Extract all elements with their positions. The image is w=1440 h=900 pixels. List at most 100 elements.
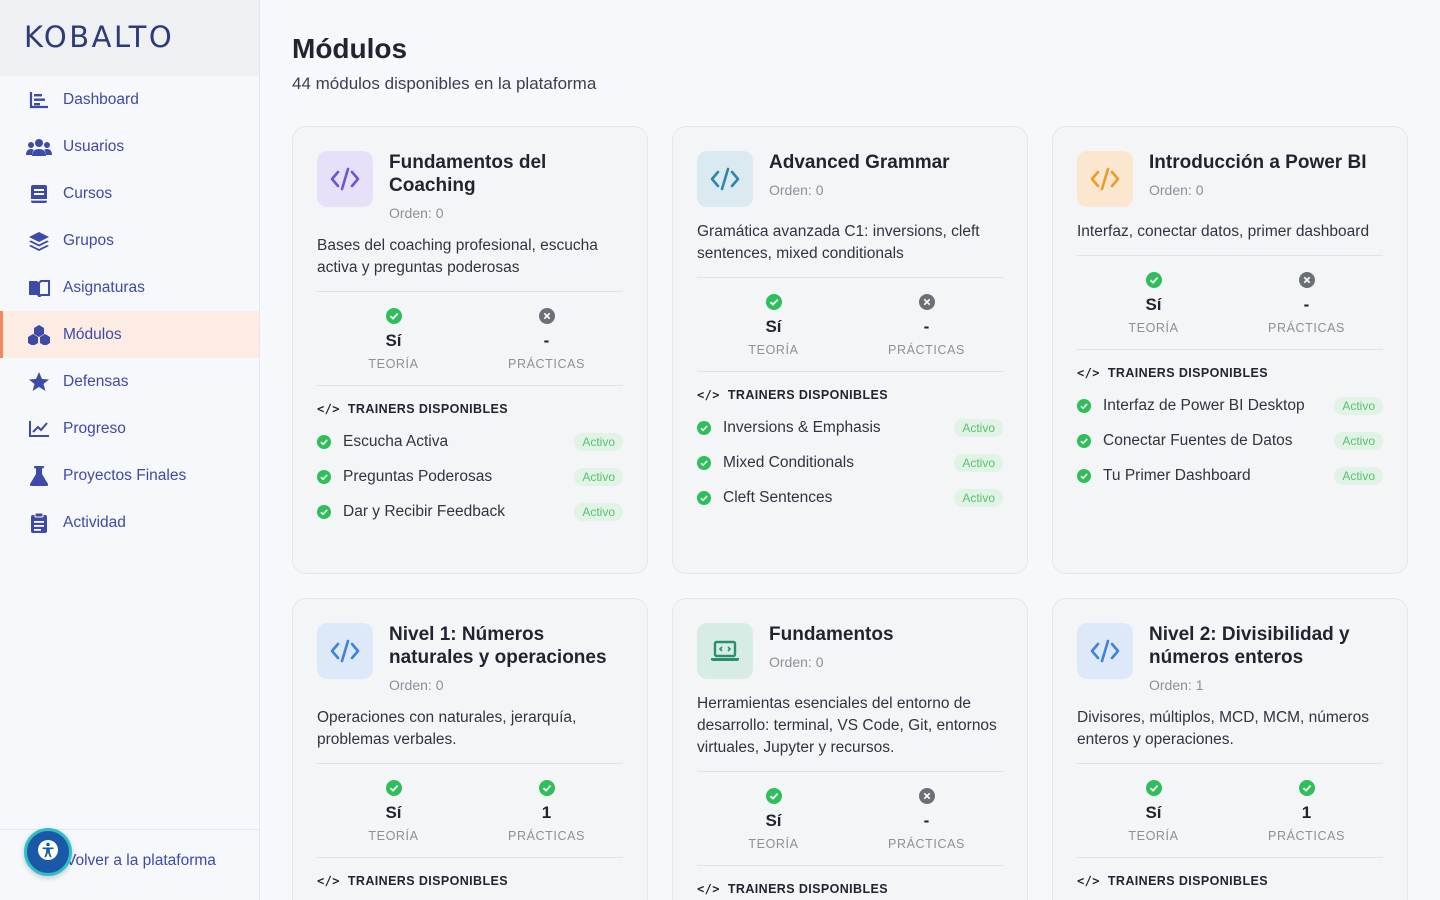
check-icon: [697, 455, 711, 470]
sidebar-footer: Volver a la plataforma: [0, 828, 260, 900]
trainer-item[interactable]: Tu Primer Dashboard Activo: [1077, 458, 1383, 493]
module-description: Interfaz, conectar datos, primer dashboa…: [1077, 221, 1383, 256]
module-stats: Sí TEORÍA - PRÁCTICAS: [317, 292, 623, 386]
code-icon: </>: [697, 882, 720, 896]
check-icon: [697, 490, 711, 505]
trainers-heading: </> TRAINERS DISPONIBLES: [317, 402, 508, 416]
check-icon: [1077, 398, 1091, 413]
sidebar-item-dashboard[interactable]: Dashboard: [0, 76, 259, 123]
module-card[interactable]: Fundamentos del Coaching Orden: 0 Bases de…: [292, 126, 648, 574]
module-title: Fundamentos: [769, 624, 894, 645]
status-badge: Activo: [954, 453, 1003, 472]
status-badge: Activo: [574, 467, 623, 486]
module-order: Orden: 0: [389, 677, 444, 693]
module-card-header: Advanced Grammar Orden: 0: [697, 151, 1003, 207]
code-icon: </>: [317, 402, 340, 416]
book-icon: [26, 183, 52, 205]
back-to-platform-link[interactable]: Volver a la plataforma: [66, 852, 216, 870]
module-stats: Sí TEORÍA - PRÁCTICAS: [697, 278, 1003, 372]
sidebar: KOBALTO Dashboard Usuarios Cursos Grupos…: [0, 0, 260, 900]
module-description: Operaciones con naturales, jerarquía, pr…: [317, 707, 623, 764]
check-icon: [1077, 270, 1230, 290]
module-order: Orden: 0: [769, 182, 824, 198]
sidebar-item-cursos[interactable]: Cursos: [0, 170, 259, 217]
module-card-header: Fundamentos del Coaching Orden: 0: [317, 151, 623, 221]
sidebar-item-usuarios[interactable]: Usuarios: [0, 123, 259, 170]
module-card-header: Introducción a Power BI Orden: 0: [1077, 151, 1383, 207]
module-description: Gramática avanzada C1: inversions, cleft…: [697, 221, 1003, 278]
code-icon: </>: [697, 388, 720, 402]
status-badge: Activo: [1334, 431, 1383, 450]
trainer-item[interactable]: Interfaz de Power BI Desktop Activo: [1077, 388, 1383, 423]
module-card[interactable]: Nivel 1: Números naturales y operaciones…: [292, 598, 648, 900]
status-badge: Activo: [1334, 466, 1383, 485]
page-title: Módulos: [292, 33, 408, 64]
code-icon: </>: [1077, 366, 1100, 380]
status-badge: Activo: [954, 418, 1003, 437]
check-icon: [317, 469, 331, 484]
sidebar-item-grupos[interactable]: Grupos: [0, 217, 259, 264]
main-content: Módulos 44 módulos disponibles en la pla…: [260, 0, 1440, 900]
trainer-item[interactable]: Preguntas Poderosas Activo: [317, 459, 623, 494]
module-stats: Sí TEORÍA - PRÁCTICAS: [1077, 256, 1383, 350]
accessibility-icon: [37, 839, 59, 866]
flask-icon: [26, 465, 52, 487]
x-circle-icon: [470, 306, 623, 326]
sidebar-item-defensas[interactable]: Defensas: [0, 358, 259, 405]
module-description: Divisores, múltiplos, MCD, MCM, números …: [1077, 707, 1383, 764]
stat-practicas: - PRÁCTICAS: [470, 306, 623, 371]
code-icon: [317, 623, 373, 679]
trainer-item[interactable]: Escucha Activa Activo: [317, 424, 623, 459]
trainers-heading: </> TRAINERS DISPONIBLES: [1077, 874, 1268, 888]
module-card[interactable]: Nivel 2: Divisibilidad y números enteros…: [1052, 598, 1408, 900]
sidebar-item-asignaturas[interactable]: Asignaturas: [0, 264, 259, 311]
module-stats: Sí TEORÍA 1 PRÁCTICAS: [1077, 764, 1383, 858]
trainer-item[interactable]: Conectar Fuentes de Datos Activo: [1077, 423, 1383, 458]
check-icon: [470, 778, 623, 798]
module-card[interactable]: Introducción a Power BI Orden: 0 Interfaz,…: [1052, 126, 1408, 574]
x-circle-icon: [1230, 270, 1383, 290]
trainer-item[interactable]: Dar y Recibir Feedback Activo: [317, 494, 623, 529]
stat-practicas: - PRÁCTICAS: [850, 292, 1003, 357]
trainers-heading: </> TRAINERS DISPONIBLES: [317, 874, 508, 888]
trainers-list: Inversions & Emphasis Activo Mixed Conditi…: [697, 410, 1003, 531]
logo[interactable]: KOBALTO: [0, 0, 259, 76]
status-badge: Activo: [1334, 396, 1383, 415]
stat-practicas: - PRÁCTICAS: [850, 786, 1003, 851]
check-icon: [317, 504, 331, 519]
module-stats: Sí TEORÍA - PRÁCTICAS: [697, 772, 1003, 866]
cubes-icon: [26, 324, 52, 346]
module-card[interactable]: Fundamentos Orden: 0 Herramientas esencial…: [672, 598, 1028, 900]
open-book-icon: [26, 277, 52, 299]
x-circle-icon: [850, 292, 1003, 312]
stat-teoria: Sí TEORÍA: [1077, 778, 1230, 843]
trainers-heading: </> TRAINERS DISPONIBLES: [697, 388, 888, 402]
stat-teoria: Sí TEORÍA: [697, 292, 850, 357]
module-title: Fundamentos del Coaching: [389, 152, 547, 196]
status-badge: Activo: [574, 432, 623, 451]
check-icon: [317, 306, 470, 326]
trainer-item[interactable]: Cleft Sentences Activo: [697, 480, 1003, 515]
line-chart-icon: [26, 418, 52, 440]
module-card-header: Nivel 1: Números naturales y operaciones…: [317, 623, 623, 693]
sidebar-nav: Dashboard Usuarios Cursos Grupos Asignat…: [0, 76, 259, 546]
stat-practicas: 1 PRÁCTICAS: [1230, 778, 1383, 843]
sidebar-item-actividad[interactable]: Actividad: [0, 499, 259, 546]
trainers-heading: </> TRAINERS DISPONIBLES: [1077, 366, 1268, 380]
module-card[interactable]: Advanced Grammar Orden: 0 Gramática avanza…: [672, 126, 1028, 574]
module-description: Bases del coaching profesional, escucha …: [317, 235, 623, 292]
sidebar-item-proyectos-finales[interactable]: Proyectos Finales: [0, 452, 259, 499]
check-icon: [1077, 433, 1091, 448]
accessibility-button[interactable]: [24, 828, 72, 876]
check-icon: [1077, 778, 1230, 798]
check-icon: [317, 434, 331, 449]
trainer-item[interactable]: Inversions & Emphasis Activo: [697, 410, 1003, 445]
code-icon: </>: [317, 874, 340, 888]
sidebar-item-progreso[interactable]: Progreso: [0, 405, 259, 452]
sidebar-item-modulos[interactable]: Módulos: [0, 311, 259, 358]
layers-icon: [26, 230, 52, 252]
trainer-item[interactable]: Mixed Conditionals Activo: [697, 445, 1003, 480]
page-subtitle: 44 módulos disponibles en la plataforma: [292, 74, 597, 93]
module-order: Orden: 1: [1149, 677, 1204, 693]
x-circle-icon: [850, 786, 1003, 806]
